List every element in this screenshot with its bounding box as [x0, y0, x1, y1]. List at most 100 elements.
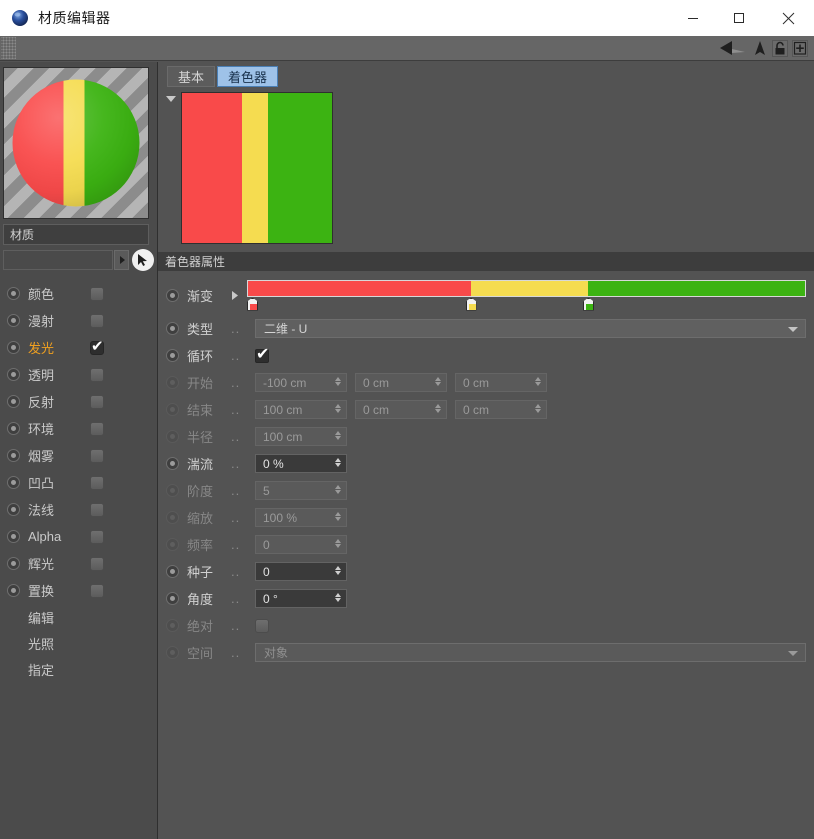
property-radio-icon[interactable]	[166, 322, 179, 335]
channel-label[interactable]: 透明	[28, 365, 90, 384]
property-radio-icon[interactable]	[166, 288, 179, 302]
channel-radio-icon[interactable]	[7, 314, 20, 327]
property-radio-icon[interactable]	[166, 403, 179, 416]
add-icon[interactable]	[792, 39, 808, 57]
spinner-icon[interactable]	[535, 404, 541, 413]
channel-row-7[interactable]: 凹凸	[0, 469, 158, 496]
channel-radio-icon[interactable]	[7, 395, 20, 408]
channel-row-0[interactable]: 颜色	[0, 280, 158, 307]
channel-radio-icon[interactable]	[7, 368, 20, 381]
channel-label[interactable]: 凹凸	[28, 473, 90, 492]
property-radio-icon[interactable]	[166, 430, 179, 443]
checkbox-循环[interactable]	[255, 344, 269, 364]
shader-preview-swatch[interactable]	[181, 92, 333, 244]
chevron-down-icon[interactable]	[788, 651, 798, 656]
channel-row-5[interactable]: 环境	[0, 415, 158, 442]
checkbox-绝对[interactable]	[255, 618, 269, 633]
channel-checkbox[interactable]	[90, 556, 104, 571]
tab-0[interactable]: 基本	[167, 65, 216, 87]
number-field[interactable]: 0 cm	[455, 400, 547, 419]
spinner-icon[interactable]	[335, 485, 341, 494]
channel-label[interactable]: 颜色	[28, 284, 90, 303]
channel-radio-icon[interactable]	[7, 530, 20, 543]
channel-label[interactable]: 置换	[28, 581, 90, 600]
channel-checkbox[interactable]	[90, 394, 104, 409]
channel-checkbox[interactable]	[90, 502, 104, 517]
property-radio-icon[interactable]	[166, 565, 179, 578]
spinner-icon[interactable]	[535, 377, 541, 386]
channel-row-1[interactable]: 漫射	[0, 307, 158, 334]
spinner-icon[interactable]	[335, 377, 341, 386]
spinner-icon[interactable]	[335, 566, 341, 575]
drag-grip-icon[interactable]	[1, 37, 16, 59]
close-button[interactable]	[762, 0, 814, 36]
property-radio-icon[interactable]	[166, 457, 179, 470]
channel-radio-icon[interactable]	[7, 503, 20, 516]
texture-field[interactable]	[3, 250, 113, 270]
spinner-icon[interactable]	[335, 431, 341, 440]
spinner-icon[interactable]	[335, 512, 341, 521]
collapse-triangle-icon[interactable]	[166, 96, 176, 102]
number-field[interactable]: 0 °	[255, 589, 347, 608]
channel-radio-icon[interactable]	[7, 449, 20, 462]
channel-checkbox[interactable]	[90, 367, 104, 382]
channel-row-9[interactable]: Alpha	[0, 523, 158, 550]
number-field[interactable]: 100 cm	[255, 400, 347, 419]
number-field[interactable]: 100 cm	[255, 427, 347, 446]
channel-checkbox[interactable]	[90, 421, 104, 436]
number-field[interactable]: 5	[255, 481, 347, 500]
channel-row-10[interactable]: 辉光	[0, 550, 158, 577]
spinner-icon[interactable]	[335, 404, 341, 413]
channel-action-2[interactable]: 指定	[0, 656, 158, 682]
channel-label[interactable]: 法线	[28, 500, 90, 519]
material-preview[interactable]	[3, 67, 149, 219]
tab-1[interactable]: 着色器	[217, 65, 279, 87]
spinner-icon[interactable]	[335, 458, 341, 467]
channel-radio-icon[interactable]	[7, 584, 20, 597]
gradient-editor[interactable]	[247, 279, 806, 311]
gradient-knot-0[interactable]	[247, 297, 258, 311]
back-arrow-icon[interactable]	[718, 40, 748, 56]
channel-row-8[interactable]: 法线	[0, 496, 158, 523]
number-field[interactable]: 100 %	[255, 508, 347, 527]
channel-radio-icon[interactable]	[7, 557, 20, 570]
number-field[interactable]: 0 cm	[355, 373, 447, 392]
channel-radio-icon[interactable]	[7, 287, 20, 300]
gradient-knot-2[interactable]	[582, 297, 594, 311]
channel-label[interactable]: 烟雾	[28, 446, 90, 465]
number-field[interactable]: 0	[255, 535, 347, 554]
up-arrow-icon[interactable]	[752, 40, 768, 56]
channel-radio-icon[interactable]	[7, 422, 20, 435]
chevron-down-icon[interactable]	[788, 327, 798, 332]
property-radio-icon[interactable]	[166, 484, 179, 497]
number-field[interactable]: 0	[255, 562, 347, 581]
channel-checkbox[interactable]	[90, 475, 104, 490]
channel-checkbox[interactable]	[90, 583, 104, 598]
number-field[interactable]: 0 cm	[455, 373, 547, 392]
channel-checkbox[interactable]	[90, 448, 104, 463]
channel-checkbox[interactable]	[90, 337, 104, 355]
dropdown-类型[interactable]: 二维 - U	[255, 319, 806, 338]
channel-radio-icon[interactable]	[7, 341, 20, 354]
dropdown-空间[interactable]: 对象	[255, 643, 806, 662]
channel-action-0[interactable]: 编辑	[0, 604, 158, 630]
property-radio-icon[interactable]	[166, 592, 179, 605]
lock-icon[interactable]	[772, 39, 788, 57]
property-radio-icon[interactable]	[166, 376, 179, 389]
channel-row-2[interactable]: 发光	[0, 334, 158, 361]
number-field[interactable]: 0 cm	[355, 400, 447, 419]
spinner-icon[interactable]	[435, 404, 441, 413]
material-name-field[interactable]: 材质	[3, 224, 149, 245]
channel-checkbox[interactable]	[90, 286, 104, 301]
pick-cursor-icon[interactable]	[132, 249, 154, 271]
maximize-button[interactable]	[716, 0, 762, 36]
minimize-button[interactable]	[670, 0, 716, 36]
channel-checkbox[interactable]	[90, 313, 104, 328]
channel-label[interactable]: 发光	[28, 338, 90, 357]
channel-label[interactable]: Alpha	[28, 529, 90, 544]
channel-label[interactable]: 辉光	[28, 554, 90, 573]
channel-row-4[interactable]: 反射	[0, 388, 158, 415]
property-radio-icon[interactable]	[166, 511, 179, 524]
number-field[interactable]: 0 %	[255, 454, 347, 473]
channel-radio-icon[interactable]	[7, 476, 20, 489]
